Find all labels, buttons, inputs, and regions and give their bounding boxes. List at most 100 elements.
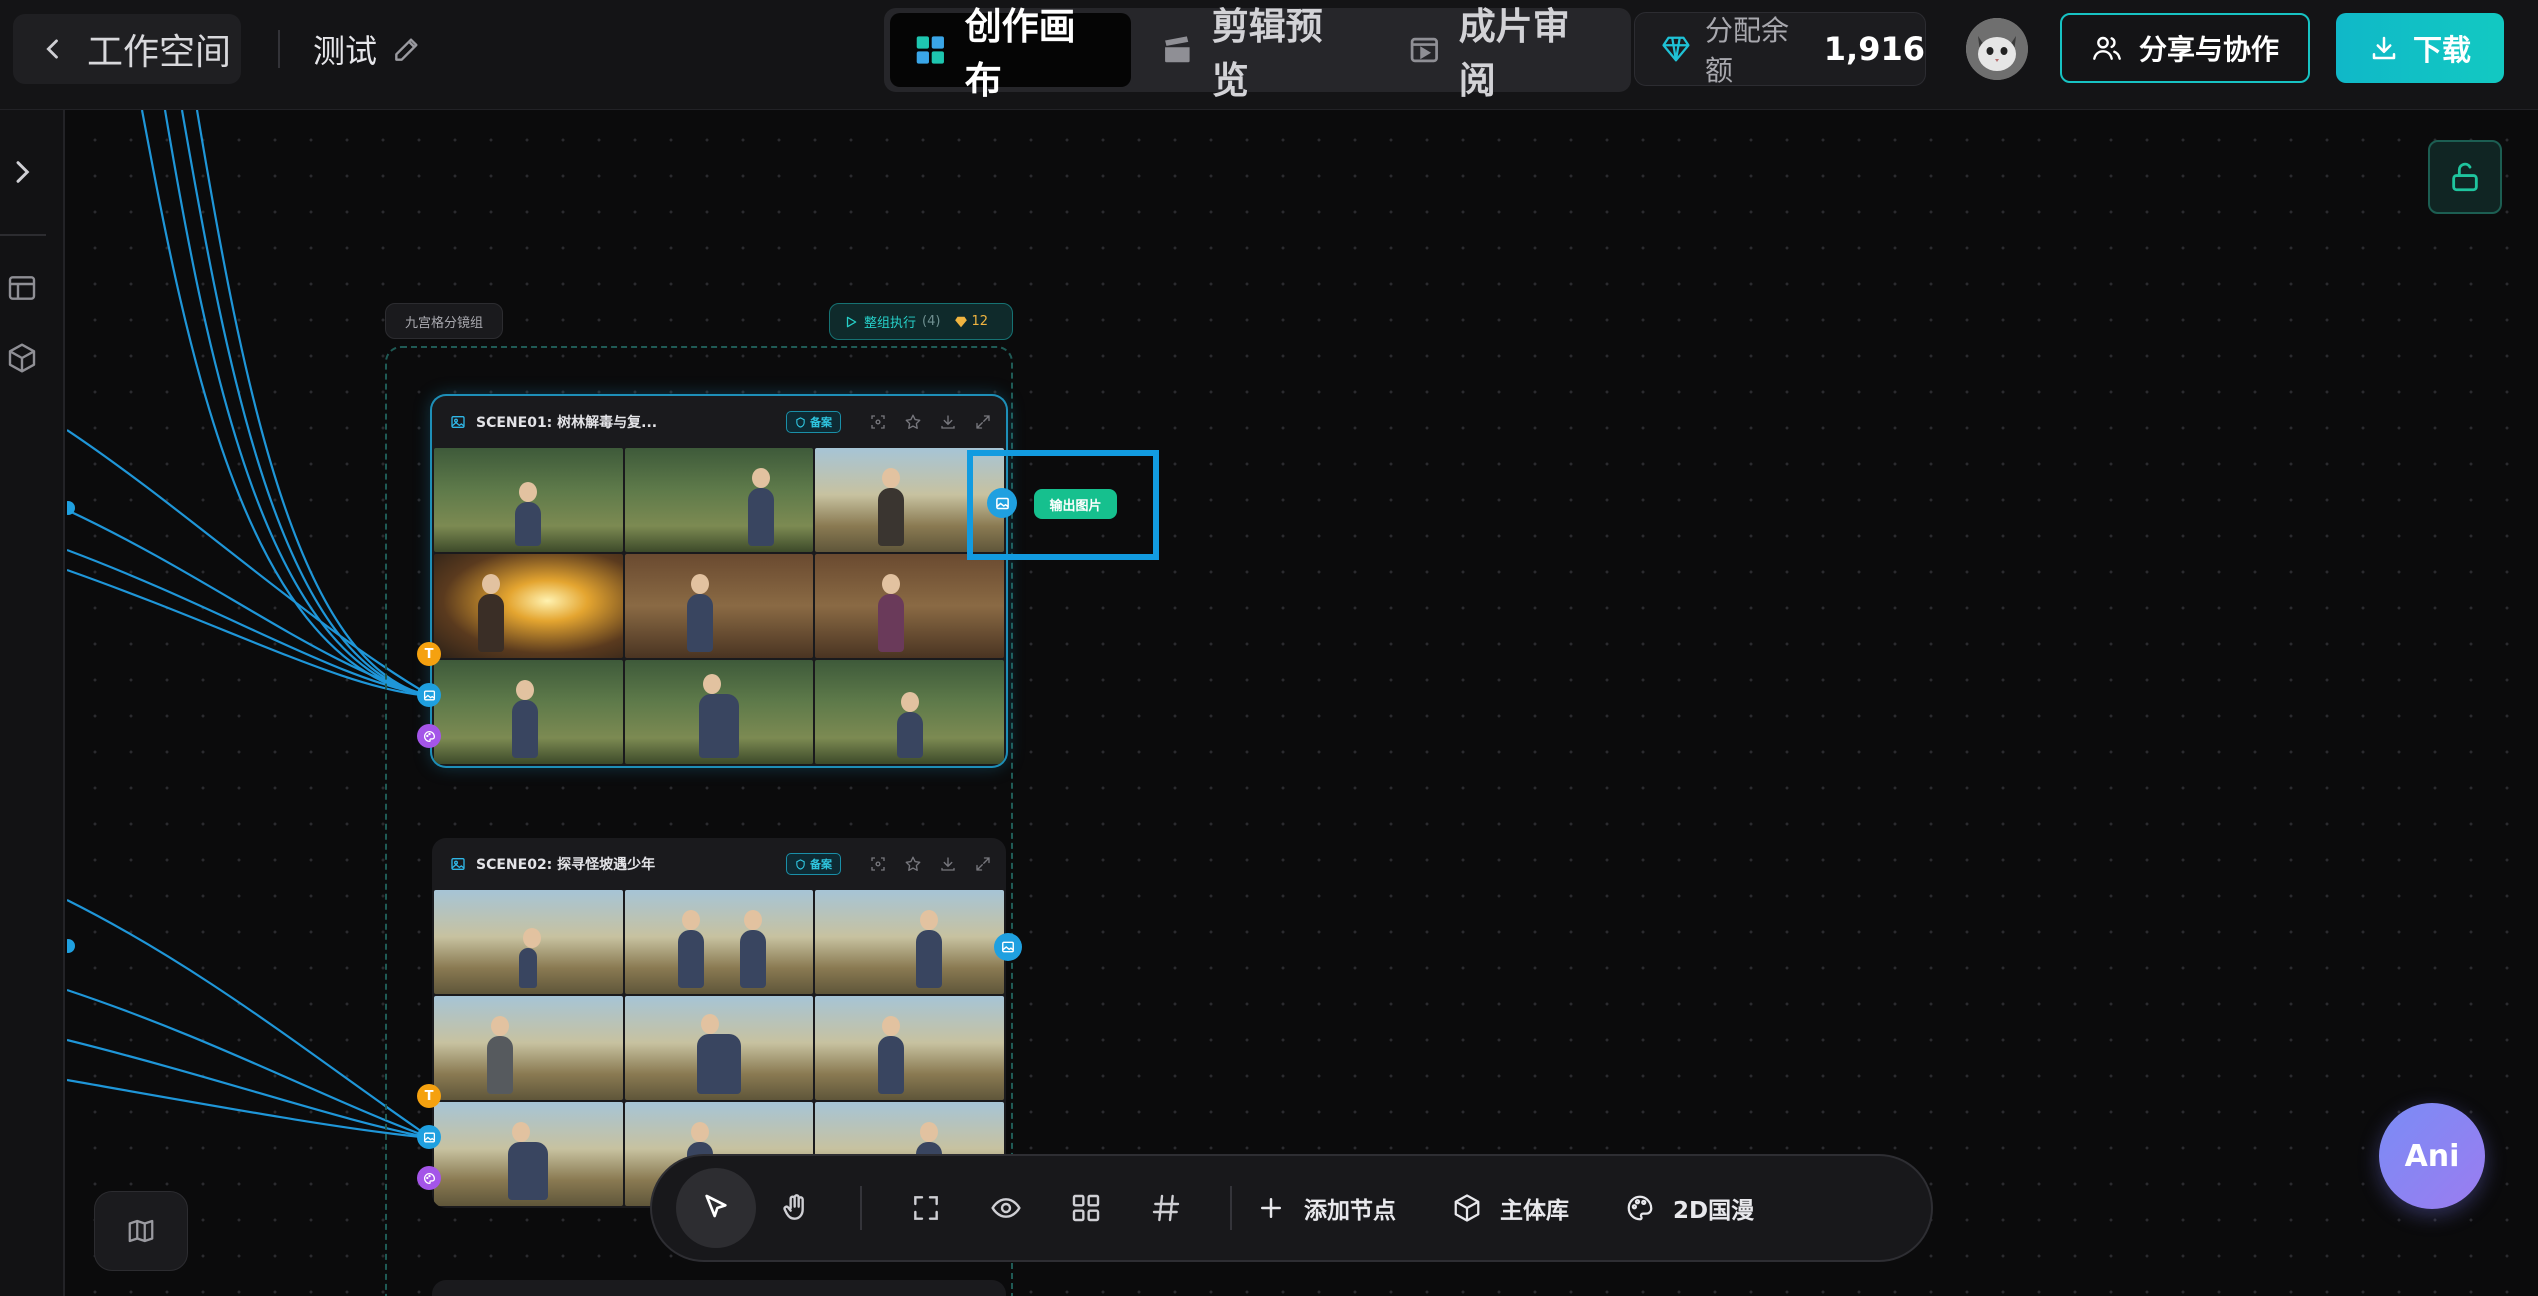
storyboard-frame[interactable] — [815, 890, 1004, 994]
layout-tool[interactable] — [1046, 1168, 1126, 1248]
project-name[interactable]: 测试 — [313, 26, 423, 72]
grid-icon — [1072, 1194, 1100, 1222]
storyboard-frame[interactable] — [434, 554, 623, 658]
storyboard-frame[interactable] — [624, 660, 814, 764]
cube-icon[interactable] — [6, 342, 38, 374]
share-collaborate-button[interactable]: 分享与协作 — [2060, 13, 2310, 83]
group-exec-label: 整组执行 — [864, 316, 917, 331]
shield-icon — [796, 858, 805, 870]
style-input-port[interactable] — [417, 1166, 441, 1190]
grid-snap-tool[interactable] — [1126, 1168, 1206, 1248]
fit-view-tool[interactable] — [886, 1168, 966, 1248]
diamond-icon — [1662, 36, 1690, 62]
scene-node-3[interactable] — [432, 1280, 1006, 1296]
style-input-port[interactable] — [417, 724, 441, 748]
download-icon — [2372, 36, 2396, 60]
image-icon — [995, 497, 1009, 509]
canvas-grid-icon — [916, 36, 944, 64]
add-node-button[interactable]: 添加节点 — [1256, 1191, 1396, 1225]
users-icon — [2093, 36, 2121, 60]
text-input-port[interactable]: T — [417, 642, 441, 666]
hash-icon — [1152, 1194, 1180, 1222]
scene-node-2[interactable]: SCENE02: 探寻怪坡遇少年 备案 — [432, 838, 1006, 1208]
download-button[interactable]: 下载 — [2336, 13, 2504, 83]
output-image-label-text: 输出图片 — [1049, 498, 1102, 514]
image-icon — [451, 858, 465, 870]
canvas-toolbar: 添加节点 主体库 2D国漫 — [650, 1154, 1933, 1262]
star-icon[interactable] — [904, 413, 922, 431]
expand-icon[interactable] — [974, 413, 992, 431]
asset-library-button[interactable]: 主体库 — [1452, 1191, 1569, 1225]
storyboard-grid — [432, 448, 1006, 766]
chevron-right-icon[interactable] — [6, 156, 38, 188]
ai-assistant-label: Ani — [2404, 1138, 2460, 1174]
tab-edit-preview[interactable]: 剪辑预览 — [1137, 5, 1378, 102]
creation-canvas[interactable]: 九宫格分镜组 整组执行 (4) 12 SCENE01: 树林解毒与复... 备案 — [67, 110, 2538, 1296]
project-name-text: 测试 — [313, 32, 378, 70]
download-label: 下载 — [2412, 33, 2471, 67]
storyboard-frame[interactable] — [434, 660, 623, 764]
focus-icon[interactable] — [869, 855, 887, 873]
fullscreen-icon — [914, 1196, 938, 1220]
tab-review[interactable]: 成片审阅 — [1384, 5, 1625, 102]
style-button[interactable]: 2D国漫 — [1625, 1191, 1754, 1225]
group-exec-count: (4) — [922, 314, 941, 329]
toolbar-separator — [1230, 1186, 1232, 1230]
palette-icon — [423, 1172, 435, 1184]
scene-header: SCENE02: 探寻怪坡遇少年 备案 — [432, 838, 1006, 890]
eye-icon — [991, 1198, 1021, 1218]
tab-review-label: 成片审阅 — [1458, 5, 1570, 102]
download-icon[interactable] — [939, 855, 957, 873]
top-bar: 工作空间 测试 创作画布 剪辑预览 成片审阅 分配余额 1,916 分享与协作 … — [0, 0, 2538, 110]
ai-assistant-button[interactable]: Ani — [2379, 1103, 2485, 1209]
preview-tool[interactable] — [966, 1168, 1046, 1248]
expand-icon[interactable] — [974, 855, 992, 873]
rail-separator — [0, 234, 46, 236]
select-tool[interactable] — [676, 1168, 756, 1248]
edit-pencil-icon[interactable] — [391, 33, 423, 65]
user-avatar[interactable] — [1966, 18, 2028, 80]
output-image-label[interactable]: 输出图片 — [1034, 489, 1117, 519]
group-exec-cost-value: 12 — [971, 314, 988, 329]
storyboard-frame[interactable] — [815, 660, 1004, 764]
scene-node-1[interactable]: SCENE01: 树林解毒与复... 备案 — [432, 396, 1006, 766]
canvas-lock-button[interactable] — [2428, 140, 2502, 214]
storyboard-frame[interactable] — [434, 890, 623, 994]
hand-tool[interactable] — [756, 1168, 836, 1248]
layout-panel-icon[interactable] — [6, 272, 38, 304]
hand-icon — [783, 1194, 804, 1220]
storyboard-frame[interactable] — [624, 890, 814, 994]
storyboard-frame[interactable] — [815, 996, 1004, 1100]
storyboard-frame[interactable] — [434, 448, 623, 552]
storyboard-frame[interactable] — [624, 554, 814, 658]
balance-label: 分配余额 — [1704, 14, 1789, 87]
image-output-port[interactable] — [994, 933, 1022, 961]
tab-canvas[interactable]: 创作画布 — [890, 5, 1131, 102]
back-label: 工作空间 — [87, 32, 232, 73]
image-input-port[interactable] — [417, 683, 441, 707]
left-rail — [0, 110, 65, 1296]
focus-icon[interactable] — [869, 413, 887, 431]
group-label[interactable]: 九宫格分镜组 — [385, 303, 503, 339]
minimap-button[interactable] — [94, 1191, 188, 1271]
clapperboard-icon — [1165, 36, 1190, 63]
toolbar-separator — [860, 1186, 862, 1230]
star-icon[interactable] — [904, 855, 922, 873]
storyboard-frame[interactable] — [434, 1102, 623, 1206]
mode-tabs: 创作画布 剪辑预览 成片审阅 — [884, 5, 1631, 102]
group-execute-button[interactable]: 整组执行 (4) 12 — [829, 303, 1013, 340]
storyboard-frame[interactable] — [434, 996, 623, 1100]
status-badge-text: 备案 — [810, 416, 832, 429]
image-input-port[interactable] — [417, 1125, 441, 1149]
shield-icon — [796, 416, 805, 428]
storyboard-frame[interactable] — [815, 554, 1004, 658]
download-icon[interactable] — [939, 413, 957, 431]
play-icon — [846, 316, 857, 327]
balance-value: 1,916 — [1823, 30, 1925, 68]
text-input-port[interactable]: T — [417, 1084, 441, 1108]
storyboard-frame[interactable] — [624, 448, 814, 552]
storyboard-frame[interactable] — [624, 996, 814, 1100]
back-to-workspace-button[interactable]: 工作空间 — [13, 14, 241, 84]
cat-avatar-image — [1966, 18, 2028, 80]
image-output-port[interactable] — [987, 488, 1017, 518]
